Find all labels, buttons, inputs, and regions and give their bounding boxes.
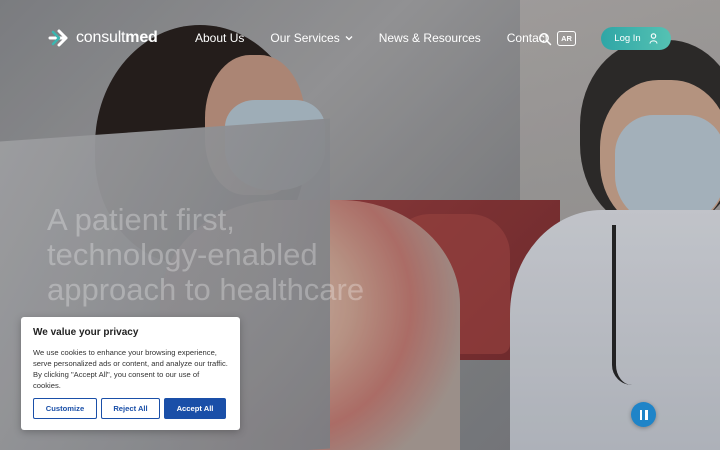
- cookie-consent-dialog: We value your privacy We use cookies to …: [21, 317, 240, 430]
- nav-news-resources[interactable]: News & Resources: [379, 31, 481, 45]
- accept-all-button[interactable]: Accept All: [164, 398, 226, 419]
- nav-about-us[interactable]: About Us: [195, 31, 244, 45]
- pause-icon: [639, 409, 642, 420]
- main-nav: About Us Our Services News & Resources C…: [195, 31, 548, 45]
- cookie-buttons: Customize Reject All Accept All: [33, 398, 226, 419]
- cookie-text: We use cookies to enhance your browsing …: [33, 348, 228, 390]
- language-switch[interactable]: AR: [557, 31, 576, 46]
- logo[interactable]: consultmed: [48, 28, 158, 48]
- chevron-down-icon: [345, 36, 353, 41]
- arrow-logo-icon: [48, 29, 68, 47]
- site-header: consultmed About Us Our Services News & …: [0, 0, 720, 78]
- user-icon: [649, 33, 658, 44]
- hero-headline: A patient first, technology-enabled appr…: [47, 202, 365, 307]
- reject-all-button[interactable]: Reject All: [101, 398, 160, 419]
- cookie-title: We value your privacy: [33, 327, 139, 338]
- logo-text: consultmed: [76, 29, 158, 46]
- customize-button[interactable]: Customize: [33, 398, 97, 419]
- pause-video-button[interactable]: [631, 402, 656, 427]
- search-icon[interactable]: [538, 32, 552, 46]
- nav-our-services[interactable]: Our Services: [270, 31, 353, 45]
- login-button[interactable]: Log In: [601, 27, 671, 50]
